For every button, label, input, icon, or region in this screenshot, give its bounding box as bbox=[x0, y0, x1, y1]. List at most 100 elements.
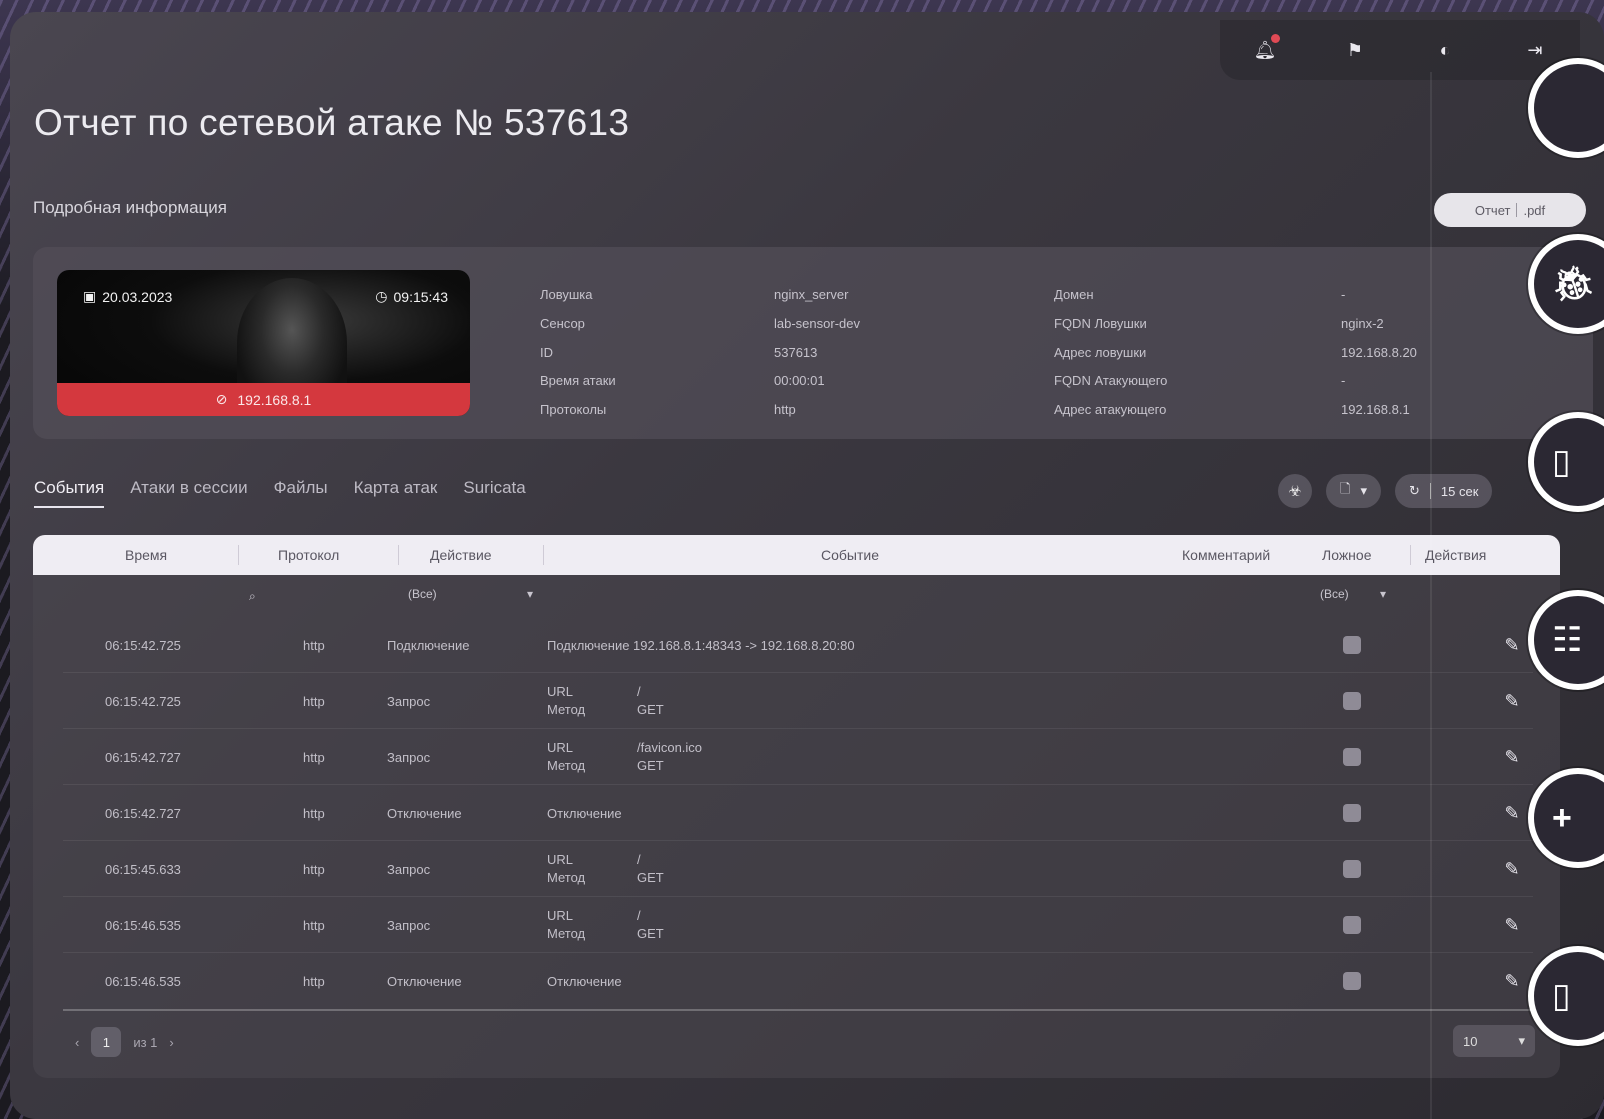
table-row[interactable]: 06:15:46.535 http Запрос URL / Метод GET ✎ bbox=[63, 897, 1533, 953]
info-value: 192.168.8.1 bbox=[1341, 402, 1410, 418]
chevron-down-icon[interactable]: ▾ bbox=[527, 587, 533, 601]
info-value: - bbox=[1341, 373, 1346, 389]
column-header-comment[interactable]: Комментарий bbox=[1182, 547, 1270, 563]
flag-icon[interactable]: ⚑ bbox=[1342, 37, 1368, 63]
table-row[interactable]: 06:15:45.633 http Запрос URL / Метод GET ✎ bbox=[63, 841, 1533, 897]
row-action: Подключение bbox=[387, 637, 470, 653]
page-size-select[interactable]: 10 ▾ bbox=[1453, 1025, 1535, 1057]
tab-session-attacks[interactable]: Атаки в сессии bbox=[130, 478, 247, 508]
edit-icon-glyph[interactable]: ✎ bbox=[1501, 914, 1523, 936]
checkbox-box[interactable] bbox=[1343, 916, 1361, 934]
row-action: Запрос bbox=[387, 693, 431, 709]
info-value: - bbox=[1341, 287, 1346, 302]
edit-icon[interactable]: ✎ bbox=[1501, 617, 1523, 673]
theme-icon[interactable]: ◐ bbox=[1432, 37, 1458, 63]
document-icon: 🗋︎ bbox=[1340, 481, 1351, 496]
edit-icon[interactable]: ✎ bbox=[1501, 897, 1523, 953]
table-row[interactable]: 06:15:42.725 http Запрос URL / Метод GET ✎ bbox=[63, 673, 1533, 729]
refresh-control[interactable]: ↻ 15 сек bbox=[1394, 474, 1493, 508]
url-label: URL bbox=[547, 908, 574, 923]
info-label: Адрес ловушки bbox=[1054, 344, 1147, 360]
biohazard-icon[interactable]: ☣ bbox=[1278, 474, 1312, 508]
false-checkbox[interactable] bbox=[1343, 785, 1361, 841]
edit-icon[interactable]: ✎ bbox=[1501, 785, 1523, 841]
false-checkbox[interactable] bbox=[1343, 617, 1361, 673]
edit-icon-glyph[interactable]: ✎ bbox=[1501, 802, 1523, 824]
edit-icon[interactable]: ✎ bbox=[1501, 953, 1523, 1009]
column-header-event[interactable]: Событие bbox=[821, 547, 879, 563]
column-header-actions[interactable]: Действия bbox=[1425, 547, 1486, 563]
url-value: / bbox=[637, 684, 641, 699]
row-protocol: http bbox=[303, 805, 325, 821]
report-tabs: События Атаки в сессии Файлы Карта атак … bbox=[34, 478, 526, 508]
row-time: 06:15:45.633 bbox=[105, 861, 181, 877]
tab-files[interactable]: Файлы bbox=[274, 478, 328, 508]
info-label: Домен bbox=[1054, 287, 1094, 302]
info-value: 537613 bbox=[774, 344, 818, 360]
search-icon[interactable]: ⌕ bbox=[249, 589, 256, 604]
row-action: Отключение bbox=[387, 805, 462, 821]
table-row[interactable]: 06:15:42.727 http Отключение Отключение … bbox=[63, 785, 1533, 841]
false-checkbox[interactable] bbox=[1343, 729, 1361, 785]
tab-attack-map[interactable]: Карта атак bbox=[354, 478, 438, 508]
tab-events[interactable]: События bbox=[34, 478, 105, 508]
checkbox-box[interactable] bbox=[1343, 804, 1361, 822]
table-row[interactable]: 06:15:46.535 http Отключение Отключение … bbox=[63, 953, 1533, 1009]
row-protocol: http bbox=[303, 917, 325, 933]
column-header-false[interactable]: Ложное bbox=[1322, 547, 1372, 563]
pdf-button-format: .pdf bbox=[1523, 202, 1546, 218]
method-value: GET bbox=[637, 758, 664, 773]
checkbox-box[interactable] bbox=[1343, 636, 1361, 654]
false-checkbox[interactable] bbox=[1343, 953, 1361, 1009]
url-value: / bbox=[637, 908, 641, 923]
method-label: Метод bbox=[547, 870, 586, 885]
page-title: Отчет по сетевой атаке № 537613 bbox=[34, 102, 630, 143]
next-page-icon[interactable]: › bbox=[169, 1035, 173, 1050]
refresh-interval: 15 сек bbox=[1440, 483, 1479, 499]
edit-icon[interactable]: ✎ bbox=[1501, 729, 1523, 785]
url-label: URL bbox=[547, 684, 574, 699]
column-header-action[interactable]: Действие bbox=[430, 547, 492, 563]
row-event: URL / Метод GET bbox=[547, 841, 664, 897]
current-page[interactable]: 1 bbox=[91, 1027, 122, 1057]
info-value: http bbox=[774, 402, 796, 418]
false-checkbox[interactable] bbox=[1343, 897, 1361, 953]
checkbox-box[interactable] bbox=[1343, 692, 1361, 710]
tab-suricata[interactable]: Suricata bbox=[463, 478, 525, 508]
table-tools: ☣ 🗋︎ ▾ ↻ 15 сек bbox=[1278, 474, 1493, 508]
chevron-down-icon[interactable]: ▾ bbox=[1380, 587, 1386, 601]
column-separator bbox=[398, 545, 399, 565]
table-row[interactable]: 06:15:42.727 http Запрос URL/favicon.ico… bbox=[63, 729, 1533, 785]
edit-icon[interactable]: ✎ bbox=[1501, 841, 1523, 897]
row-time: 06:15:46.535 bbox=[105, 973, 181, 989]
info-label: ID bbox=[540, 344, 553, 360]
action-filter[interactable]: (Все) bbox=[408, 587, 437, 601]
edit-icon-glyph[interactable]: ✎ bbox=[1501, 690, 1523, 712]
row-event: URL/favicon.ico Метод GET bbox=[547, 729, 702, 785]
export-dropdown[interactable]: 🗋︎ ▾ bbox=[1326, 474, 1381, 508]
method-label: Метод bbox=[547, 702, 586, 717]
edit-icon[interactable]: ✎ bbox=[1501, 673, 1523, 729]
top-toolbar: 🔔︎ ⚑ ◐ ⇥ bbox=[1220, 20, 1580, 80]
prev-page-icon[interactable]: ‹ bbox=[75, 1035, 79, 1050]
edit-icon-glyph[interactable]: ✎ bbox=[1501, 858, 1523, 880]
edit-icon-glyph[interactable]: ✎ bbox=[1501, 746, 1523, 768]
checkbox-box[interactable] bbox=[1343, 748, 1361, 766]
logout-icon[interactable]: ⇥ bbox=[1522, 37, 1548, 63]
panel-divider bbox=[1430, 72, 1432, 1119]
export-pdf-button[interactable]: Отчет .pdf bbox=[1434, 193, 1586, 227]
false-checkbox[interactable] bbox=[1343, 673, 1361, 729]
info-labels-right: Домен FQDN Ловушки Адрес ловушки FQDN Ат… bbox=[1054, 281, 1167, 425]
row-action: Запрос bbox=[387, 917, 431, 933]
method-label: Метод bbox=[547, 926, 586, 941]
edit-icon-glyph[interactable]: ✎ bbox=[1501, 634, 1523, 656]
false-checkbox[interactable] bbox=[1343, 841, 1361, 897]
checkbox-box[interactable] bbox=[1343, 860, 1361, 878]
table-row[interactable]: 06:15:42.725 http Подключение Подключени… bbox=[63, 617, 1533, 673]
false-filter[interactable]: (Все) bbox=[1320, 587, 1349, 601]
bell-icon[interactable]: 🔔︎ bbox=[1252, 34, 1280, 63]
checkbox-box[interactable] bbox=[1343, 972, 1361, 990]
column-header-time[interactable]: Время bbox=[125, 547, 167, 563]
column-header-protocol[interactable]: Протокол bbox=[278, 547, 339, 563]
edit-icon-glyph[interactable]: ✎ bbox=[1501, 970, 1523, 992]
